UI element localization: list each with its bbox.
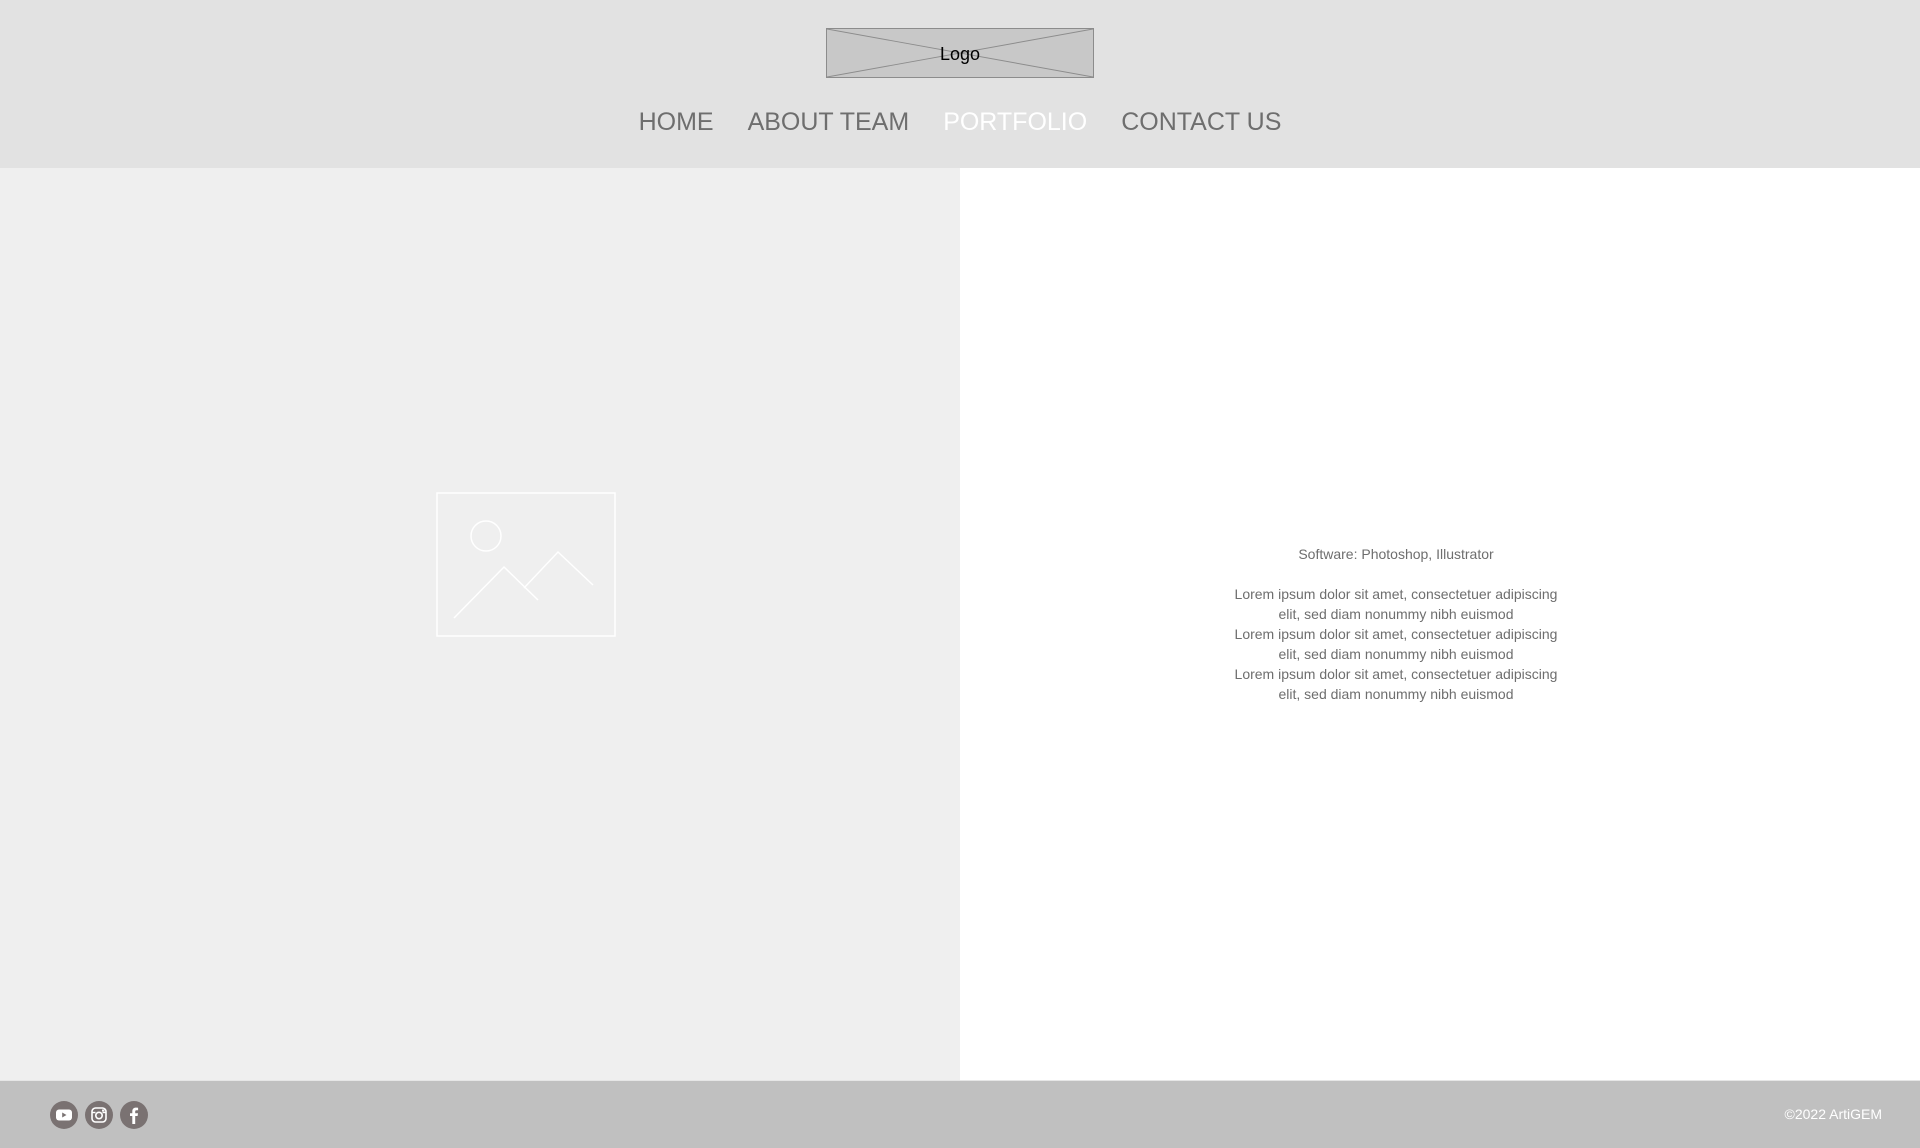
- social-links: [50, 1101, 148, 1129]
- image-placeholder-icon: [436, 492, 616, 637]
- site-header: Logo HOME ABOUT TEAM PORTFOLIO CONTACT U…: [0, 0, 1920, 168]
- description-line: Lorem ipsum dolor sit amet, consectetuer…: [1234, 626, 1558, 642]
- project-details: Software: Photoshop, Illustrator Lorem i…: [1200, 544, 1592, 704]
- nav-item-portfolio[interactable]: PORTFOLIO: [943, 104, 1087, 140]
- image-panel: [0, 168, 960, 1080]
- site-footer: ©2022 ArtiGEM: [0, 1080, 1920, 1148]
- nav-item-about-team[interactable]: ABOUT TEAM: [748, 104, 910, 140]
- facebook-icon[interactable]: [120, 1101, 148, 1129]
- youtube-icon[interactable]: [50, 1101, 78, 1129]
- main-nav: HOME ABOUT TEAM PORTFOLIO CONTACT US: [0, 104, 1920, 140]
- instagram-icon[interactable]: [85, 1101, 113, 1129]
- nav-item-home[interactable]: HOME: [639, 104, 714, 140]
- logo[interactable]: Logo: [826, 28, 1094, 78]
- description-line: elit, sed diam nonummy nibh euismod: [1278, 646, 1514, 662]
- software-label: Software: Photoshop, Illustrator: [1298, 546, 1494, 562]
- description-line: elit, sed diam nonummy nibh euismod: [1278, 606, 1514, 622]
- nav-item-contact-us[interactable]: CONTACT US: [1121, 104, 1281, 140]
- copyright-text: ©2022 ArtiGEM: [1784, 1106, 1882, 1122]
- description-line: elit, sed diam nonummy nibh euismod: [1278, 686, 1514, 702]
- description-line: Lorem ipsum dolor sit amet, consectetuer…: [1234, 586, 1558, 602]
- logo-label: Logo: [939, 43, 981, 64]
- description-line: Lorem ipsum dolor sit amet, consectetuer…: [1234, 666, 1558, 682]
